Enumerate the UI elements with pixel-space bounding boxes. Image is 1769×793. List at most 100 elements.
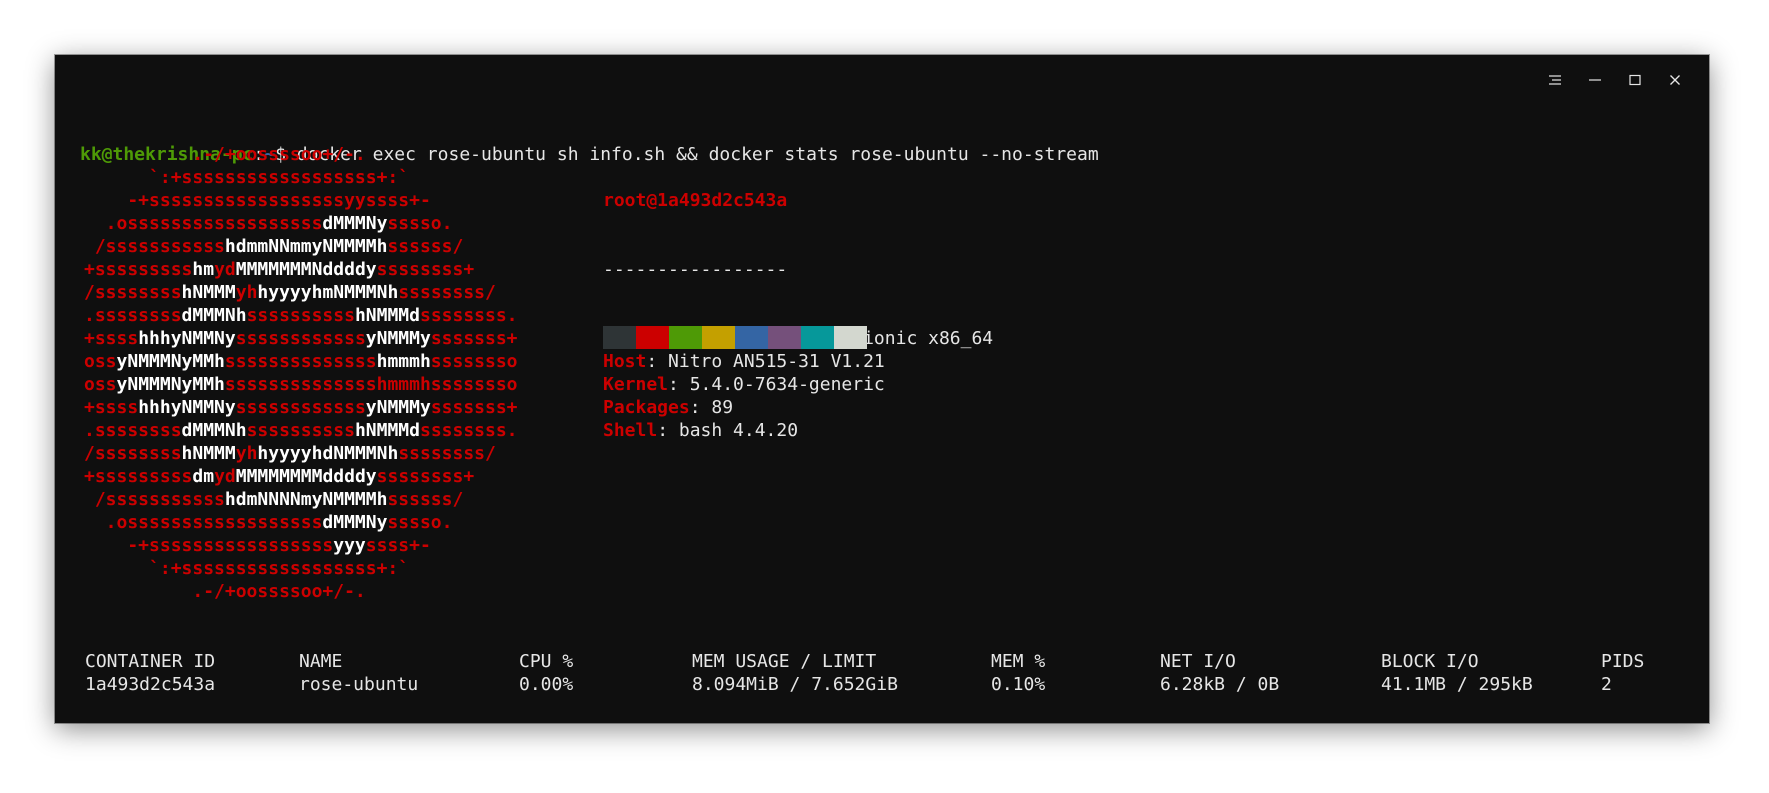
ascii-art-segment: `:+ssssssssssssssssss+:` xyxy=(84,558,529,579)
sysinfo-key: Host xyxy=(603,351,647,372)
ascii-art-segment: +ssss xyxy=(84,397,139,418)
ascii-art-line: ossyNMMMNyMMhsssssssssssssshmmmhssssssso xyxy=(84,373,572,396)
ascii-art-segment: ssssssss. xyxy=(419,420,572,441)
sysinfo-key: Shell xyxy=(603,420,658,441)
ascii-art-line: /sssssssshNMMMyhhyyyyhdNMMMNhssssssss/ xyxy=(84,442,572,465)
ascii-art-segment: dMMMNh xyxy=(181,305,247,326)
ascii-art-segment: sssso. xyxy=(387,213,529,234)
ascii-art-segment: ssssssssssssss xyxy=(224,351,377,372)
ascii-art-segment: hNMMMd xyxy=(354,420,420,441)
sysinfo-value: : Nitro AN515-31 V1.21 xyxy=(646,351,885,372)
ascii-art-segment: ssssssssss xyxy=(246,420,355,441)
ascii-art-segment: hNMMM xyxy=(181,282,236,303)
stats-cell: rose-ubuntu xyxy=(299,674,419,695)
close-icon xyxy=(1670,75,1680,85)
ascii-art-segment: hyyyyhdNMMMNh xyxy=(257,443,399,464)
ascii-art-segment: MMMMMMMMddddy xyxy=(235,466,377,487)
ascii-art-segment: /ssssssss xyxy=(84,443,182,464)
window-controls xyxy=(1535,69,1695,91)
sysinfo-row: Host: Nitro AN515-31 V1.21 xyxy=(603,350,993,373)
close-button[interactable] xyxy=(1655,69,1695,91)
ascii-art-segment: dm xyxy=(192,466,215,487)
palette-swatch xyxy=(702,326,735,349)
ascii-art-segment: ssssss/ xyxy=(387,236,529,257)
stats-column-header: BLOCK I/O xyxy=(1381,651,1479,672)
ascii-art-segment: ssssssss+ xyxy=(376,466,529,487)
ascii-art-segment: oss xyxy=(84,351,117,372)
ascii-art-segment: .ssssssss xyxy=(84,305,182,326)
menu-icon xyxy=(1549,75,1561,85)
ascii-art-segment: yh xyxy=(235,282,258,303)
sysinfo-divider: ----------------- xyxy=(603,259,788,280)
ascii-art-line: .ossssssssssssssssssdMMMNysssso. xyxy=(84,212,572,235)
stats-column-header: NET I/O xyxy=(1160,651,1236,672)
ascii-art-segment: -+sssssssssssssssss xyxy=(84,535,334,556)
maximize-button[interactable] xyxy=(1615,69,1655,91)
ascii-art-segment: ssssssssssss xyxy=(235,328,366,349)
minimize-button[interactable] xyxy=(1575,69,1615,91)
ascii-art-segment: .-/+oossssoo+/-. xyxy=(84,581,529,602)
ascii-art-segment: sssssss+ xyxy=(430,397,572,418)
ascii-art-segment: hyyyyhmNMMMNh xyxy=(257,282,399,303)
ascii-art-line: `:+ssssssssssssssssss+:` xyxy=(84,166,572,189)
ascii-art-segment: yyy xyxy=(333,535,366,556)
ascii-art-segment: ssssssso xyxy=(430,351,572,372)
ascii-art-segment: yNMMMy xyxy=(365,397,431,418)
ascii-art-segment: oss xyxy=(84,374,117,395)
ascii-art-line: .-/+oossssoo+/-. xyxy=(84,143,572,166)
ascii-art-segment: sssssss+ xyxy=(430,328,572,349)
ascii-art-line: /ssssssssssshdmmNNmmyNMMMMhssssss/ xyxy=(84,235,572,258)
ascii-art-line: +sssshhhyNMMNyssssssssssssyNMMMysssssss+ xyxy=(84,396,572,419)
ascii-art-segment: /ssssssss xyxy=(84,282,182,303)
sysinfo-value: : bash 4.4.20 xyxy=(657,420,799,441)
sysinfo-row: Packages: 89 xyxy=(603,396,993,419)
stats-cell: 41.1MB / 295kB xyxy=(1381,674,1533,695)
ascii-art-segment: /sssssssssss xyxy=(84,236,225,257)
palette-swatch xyxy=(801,326,834,349)
ascii-art-line: `:+ssssssssssssssssss+:` xyxy=(84,557,572,580)
ascii-art-segment: yNMMMNyMMh xyxy=(116,374,225,395)
ascii-art-line: /ssssssssssshdmNNNNmyNMMMMhssssss/ xyxy=(84,488,572,511)
ascii-art-segment: ssssssss/ xyxy=(398,282,551,303)
ascii-art-segment: .ossssssssssssssssss xyxy=(84,512,323,533)
terminal-window[interactable]: kk@thekrishna-pc:~$ docker exec rose-ubu… xyxy=(55,55,1709,723)
sysinfo-value: : 5.4.0-7634-generic xyxy=(668,374,885,395)
sysinfo-key: Packages xyxy=(603,397,690,418)
stats-cell: 0.00% xyxy=(519,674,574,695)
sysinfo-title: root@1a493d2c543a xyxy=(603,190,788,211)
palette-swatch xyxy=(669,326,702,349)
menu-button[interactable] xyxy=(1535,69,1575,91)
color-palette xyxy=(603,326,867,349)
ascii-art-line: .ssssssssdMMMNhsssssssssshNMMMdssssssss. xyxy=(84,304,572,327)
sysinfo-value: : 89 xyxy=(689,397,734,418)
ascii-art-segment: yh xyxy=(235,443,258,464)
ascii-art-line: +ssssssssshmydMMMMMMMNddddyssssssss+ xyxy=(84,258,572,281)
ascii-art-segment: hNMMMd xyxy=(354,305,420,326)
ubuntu-logo-ascii: .-/+oossssoo+/-. `:+ssssssssssssssssss+:… xyxy=(84,143,572,603)
ascii-art-line: +sssssssssdmydMMMMMMMMddddyssssssss+ xyxy=(84,465,572,488)
sysinfo-key: Kernel xyxy=(603,374,669,395)
ascii-art-segment: .-/+oossssoo+/-. xyxy=(84,144,529,165)
palette-swatch xyxy=(735,326,768,349)
ascii-art-segment: yNMMMNyMMh xyxy=(116,351,225,372)
minimize-icon xyxy=(1589,79,1601,81)
ascii-art-segment: +ssss xyxy=(84,328,139,349)
ascii-art-segment: .ossssssssssssssssss xyxy=(84,213,323,234)
ascii-art-segment: hhhyNMMNy xyxy=(138,397,236,418)
stats-column-header: MEM % xyxy=(991,651,1046,672)
ascii-art-segment: dMMMNy xyxy=(322,213,388,234)
stats-cell: 6.28kB / 0B xyxy=(1160,674,1280,695)
ascii-art-segment: ssss+- xyxy=(365,535,529,556)
ascii-art-segment: -+ssssssssssssssssssyyssss+- xyxy=(84,190,529,211)
stats-cell: 1a493d2c543a xyxy=(85,674,216,695)
stats-column-header: CONTAINER ID xyxy=(85,651,216,672)
ascii-art-segment: ssssssss+ xyxy=(376,259,529,280)
stats-cell: 8.094MiB / 7.652GiB xyxy=(692,674,898,695)
stats-column-header: PIDS xyxy=(1601,651,1645,672)
ascii-art-segment: ssssssss. xyxy=(419,305,572,326)
stats-cell: 2 xyxy=(1601,674,1612,695)
stats-cell: 0.10% xyxy=(991,674,1046,695)
system-info: root@1a493d2c543a ----------------- OS: … xyxy=(603,143,993,488)
ascii-art-segment: yNMMMy xyxy=(365,328,431,349)
ascii-art-line: +sssshhhyNMMNyssssssssssssyNMMMysssssss+ xyxy=(84,327,572,350)
